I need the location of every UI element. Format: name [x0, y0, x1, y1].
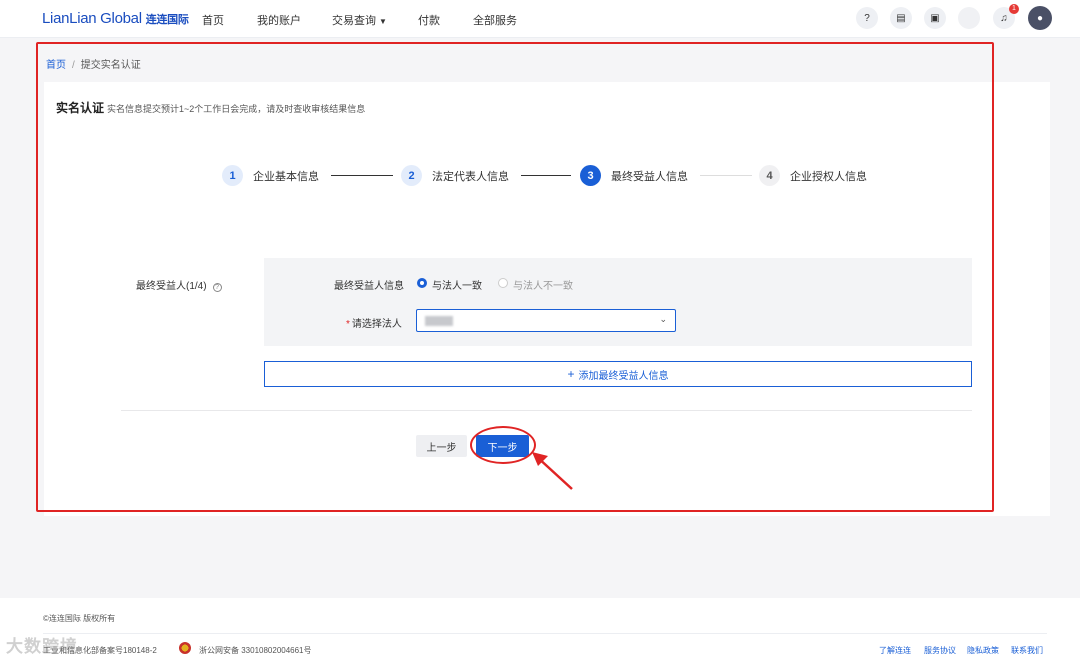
ubo-section-label: 最终受益人(1/4)? — [136, 277, 222, 292]
nav-item-payment[interactable]: 付款 — [418, 12, 440, 28]
footer-link-about[interactable]: 了解连连 — [879, 645, 911, 656]
step-1-number: 1 — [222, 165, 243, 186]
breadcrumb-current: 提交实名认证 — [80, 60, 141, 71]
plus-icon: + — [567, 367, 575, 381]
step-2-number: 2 — [401, 165, 422, 186]
step-connector — [700, 175, 752, 176]
footer-link-privacy[interactable]: 隐私政策 — [967, 645, 999, 656]
step-3-number: 3 — [580, 165, 601, 186]
notification-badge: 1 — [1009, 4, 1019, 14]
breadcrumb-separator: / — [72, 60, 75, 71]
ubo-form-panel — [264, 258, 972, 346]
annotation-arrow — [532, 452, 573, 490]
nav-item-all-services[interactable]: 全部服务 — [473, 12, 517, 28]
footer-link-contact[interactable]: 联系我们 — [1011, 645, 1043, 656]
add-ubo-button-label: 添加最终受益人信息 — [578, 370, 669, 382]
select-legal-rep-label-text: 请选择法人 — [351, 319, 402, 330]
prev-step-button[interactable]: 上一步 — [416, 435, 467, 457]
step-4: 4 企业授权人信息 — [759, 165, 867, 186]
bell-icon[interactable]: ♫ 1 — [993, 4, 1019, 29]
police-badge-icon — [179, 642, 191, 654]
page-title: 实名认证 实名信息提交预计1~2个工作日会完成，请及时查收审核结果信息 — [56, 99, 365, 116]
brand-name: LianLian Global — [42, 10, 142, 27]
nav-item-my-account[interactable]: 我的账户 — [257, 12, 301, 28]
radio-same-label[interactable]: 与法人一致 — [432, 277, 482, 292]
nav-item-home[interactable]: 首页 — [202, 12, 224, 28]
nav-item-transactions-label: 交易查询 — [332, 15, 376, 27]
footer-copyright: ©连连国际 版权所有 — [43, 614, 116, 623]
help-icon[interactable]: ? — [856, 7, 878, 29]
brand-logo[interactable]: LianLian Global 连连国际 — [42, 10, 189, 27]
step-1: 1 企业基本信息 — [222, 165, 319, 186]
step-4-number: 4 — [759, 165, 780, 186]
radio-different-from-legal-rep[interactable] — [498, 278, 508, 288]
top-navbar: LianLian Global 连连国际 首页 我的账户 交易查询 ▼ 付款 全部服… — [0, 0, 1080, 38]
step-3-label: 最终受益人信息 — [611, 170, 688, 183]
footer-link-terms[interactable]: 服务协议 — [924, 645, 956, 656]
brand-name-cn: 连连国际 — [145, 14, 189, 26]
chevron-down-icon: ⌄ — [659, 314, 667, 324]
step-2-label: 法定代表人信息 — [432, 170, 509, 183]
ubo-info-label: 最终受益人信息 — [334, 281, 404, 292]
chevron-down-icon: ▼ — [379, 17, 387, 26]
printer-icon[interactable]: ▣ — [924, 7, 946, 29]
breadcrumb: 首页 / 提交实名认证 — [46, 56, 141, 71]
step-2: 2 法定代表人信息 — [401, 165, 509, 186]
footer-divider — [43, 633, 1047, 634]
step-3: 3 最终受益人信息 — [580, 165, 688, 186]
watermark: 大数跨境 — [6, 637, 78, 656]
select-legal-rep-label: * 请选择法人 — [346, 315, 402, 330]
document-icon[interactable]: ▤ — [890, 7, 912, 29]
step-1-label: 企业基本信息 — [253, 170, 319, 183]
breadcrumb-home[interactable]: 首页 — [46, 60, 66, 71]
next-step-button[interactable]: 下一步 — [476, 435, 529, 457]
step-4-label: 企业授权人信息 — [790, 170, 867, 183]
radio-same-as-legal-rep[interactable] — [417, 278, 427, 288]
question-icon[interactable]: ? — [212, 283, 222, 292]
add-ubo-button[interactable]: + 添加最终受益人信息 — [264, 361, 972, 387]
page-title-text: 实名认证 — [56, 101, 105, 115]
page-subtitle: 实名信息提交预计1~2个工作日会完成，请及时查收审核结果信息 — [107, 104, 366, 114]
required-mark: * — [346, 319, 350, 330]
divider — [121, 410, 972, 411]
step-connector — [521, 175, 571, 176]
footer-police-record[interactable]: 浙公网安备 33010802004661号 — [199, 645, 312, 656]
radio-different-label[interactable]: 与法人不一致 — [513, 277, 573, 292]
nav-item-transactions[interactable]: 交易查询 ▼ — [332, 12, 387, 28]
blank-icon[interactable] — [958, 7, 980, 29]
redacted-value — [425, 316, 453, 326]
legal-rep-select[interactable]: ⌄ — [416, 309, 676, 332]
ubo-section-label-text: 最终受益人(1/4) — [136, 281, 207, 292]
step-connector — [331, 175, 393, 176]
avatar[interactable]: ● — [1028, 6, 1052, 30]
